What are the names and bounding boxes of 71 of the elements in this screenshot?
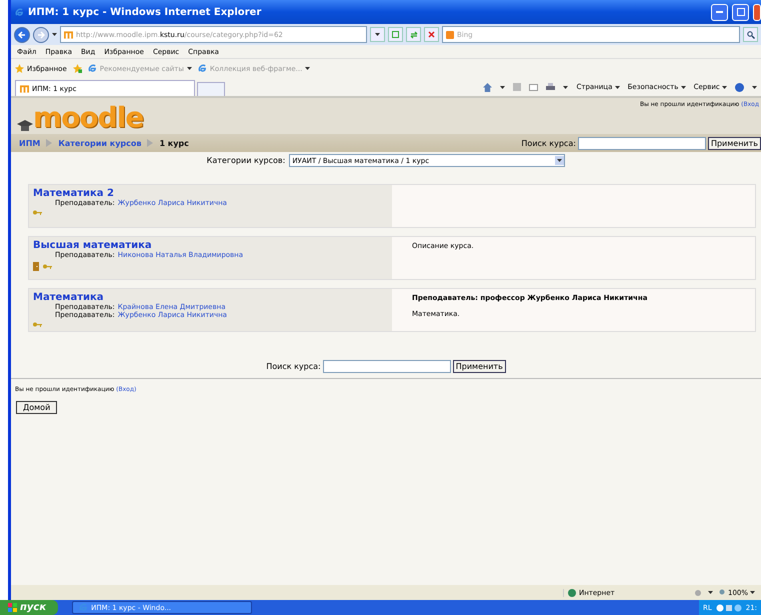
moodle-logo: moodle <box>33 102 144 134</box>
refresh-button[interactable] <box>406 27 421 42</box>
search-label: Поиск курса: <box>521 138 576 148</box>
home-icon <box>483 82 492 92</box>
caret-icon <box>563 86 568 88</box>
search-provider-icon <box>446 30 454 38</box>
back-button[interactable] <box>14 26 30 42</box>
caret-icon <box>722 86 727 89</box>
maximize-icon <box>736 8 744 16</box>
door-icon <box>33 262 39 271</box>
zoom-icon <box>718 589 726 596</box>
windows-logo-icon <box>8 603 17 612</box>
star-icon <box>15 64 24 73</box>
apply-button[interactable]: Применить <box>708 136 761 150</box>
caret-icon <box>708 591 713 594</box>
browser-icon <box>79 603 88 612</box>
caret-icon <box>500 86 506 88</box>
window-title: ИПМ: 1 курс - Windows Internet Explorer <box>28 6 262 18</box>
caret-icon <box>750 591 755 594</box>
search-field[interactable] <box>578 136 706 150</box>
close-icon <box>428 31 435 38</box>
key-icon <box>43 264 52 269</box>
home-button[interactable]: Домой <box>16 401 58 414</box>
dropdown-button[interactable] <box>370 27 385 42</box>
start-button[interactable]: пуск <box>0 600 58 615</box>
search-button[interactable] <box>743 27 758 42</box>
caret-icon <box>557 159 562 162</box>
browser-icon <box>88 64 97 73</box>
caret-icon <box>375 33 380 36</box>
globe-icon <box>568 588 576 596</box>
course-link[interactable]: Математика 2 <box>33 188 388 199</box>
search-label: Поиск курса: <box>266 362 321 371</box>
current-page: 1 курс <box>159 138 189 148</box>
breadcrumb-link[interactable]: Категории курсов <box>58 138 142 148</box>
refresh-icon <box>410 30 418 38</box>
course-link[interactable]: Математика <box>33 292 388 303</box>
page-icon <box>392 31 399 38</box>
back-arrow-icon <box>18 30 26 38</box>
stop-button[interactable] <box>424 27 439 42</box>
caret-icon <box>680 86 686 89</box>
tray-icons <box>716 604 742 612</box>
search-field[interactable] <box>322 360 451 373</box>
caret-icon <box>752 86 757 88</box>
category-label: Категории курсов: <box>206 156 286 165</box>
forward-arrow-icon <box>37 30 45 38</box>
forward-button[interactable] <box>33 26 49 42</box>
printer-icon <box>546 83 556 91</box>
caret-icon <box>52 33 57 36</box>
caret-icon <box>614 86 620 89</box>
maximize-button[interactable] <box>732 4 749 20</box>
course-link[interactable]: Высшая математика <box>33 240 388 251</box>
graduation-cap-icon <box>17 120 33 134</box>
caret-icon <box>186 67 192 70</box>
search-icon <box>746 30 754 38</box>
minimize-button[interactable] <box>711 4 728 20</box>
browser-icon <box>198 64 207 73</box>
site-icon <box>20 84 29 92</box>
mail-icon <box>529 84 538 90</box>
key-icon <box>33 322 42 327</box>
add-favorite-icon <box>72 64 82 73</box>
separator-icon <box>147 139 154 147</box>
browser-icon <box>15 8 24 16</box>
separator-icon <box>46 139 52 147</box>
breadcrumb-link[interactable]: ИПМ <box>19 138 40 148</box>
key-icon <box>33 210 42 215</box>
apply-button[interactable]: Применить <box>452 360 506 373</box>
site-icon <box>64 30 73 38</box>
protected-mode-icon <box>694 588 702 596</box>
caret-icon <box>305 67 310 70</box>
close-button[interactable] <box>753 4 761 20</box>
minimize-icon <box>716 11 723 13</box>
